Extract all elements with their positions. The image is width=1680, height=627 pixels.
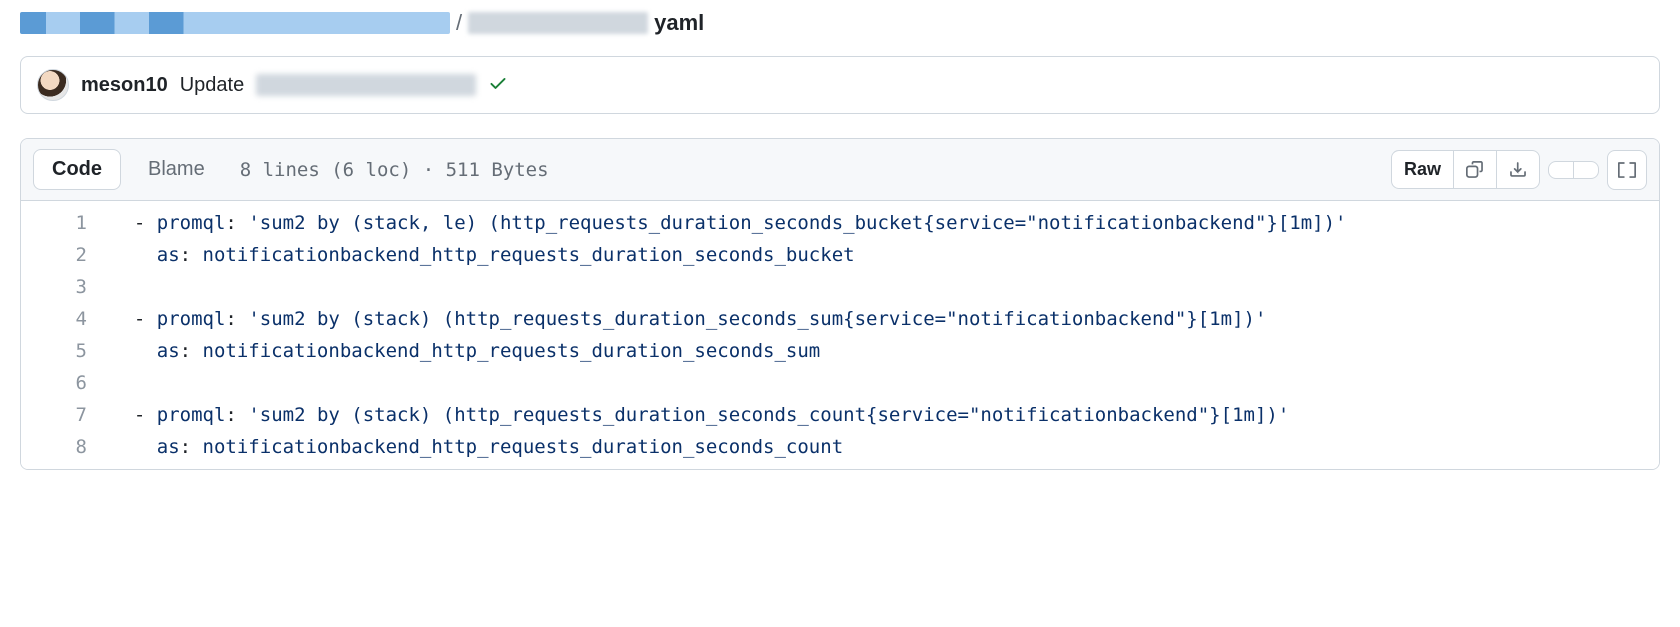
line-number[interactable]: 7 bbox=[21, 399, 87, 431]
raw-button-group: Raw bbox=[1391, 150, 1540, 189]
code-line: as: notificationbackend_http_requests_du… bbox=[111, 431, 1643, 463]
commit-author[interactable]: meson10 bbox=[81, 74, 168, 97]
code-line: - promql: 'sum2 by (stack, le) (http_req… bbox=[111, 207, 1643, 239]
commit-message-redacted[interactable] bbox=[256, 74, 476, 96]
edit-button-group bbox=[1548, 161, 1599, 179]
file-meta: 8 lines (6 loc) · 511 Bytes bbox=[240, 159, 549, 181]
code-line bbox=[111, 367, 1643, 399]
line-number[interactable]: 2 bbox=[21, 239, 87, 271]
caret-down-icon[interactable] bbox=[1574, 162, 1598, 178]
line-number[interactable]: 3 bbox=[21, 271, 87, 303]
breadcrumb-filename-redacted bbox=[468, 12, 648, 34]
line-number[interactable]: 8 bbox=[21, 431, 87, 463]
copy-icon[interactable] bbox=[1454, 151, 1497, 188]
commit-message-prefix[interactable]: Update bbox=[180, 74, 245, 97]
line-number-gutter: 12345678 bbox=[21, 207, 111, 463]
avatar[interactable] bbox=[37, 69, 69, 101]
code-line: - promql: 'sum2 by (stack) (http_request… bbox=[111, 399, 1643, 431]
symbols-icon[interactable] bbox=[1607, 150, 1647, 190]
code-line: - promql: 'sum2 by (stack) (http_request… bbox=[111, 303, 1643, 335]
breadcrumb: / yaml bbox=[20, 10, 1660, 36]
code-line: as: notificationbackend_http_requests_du… bbox=[111, 335, 1643, 367]
breadcrumb-path-redacted[interactable] bbox=[20, 12, 450, 34]
code-content[interactable]: - promql: 'sum2 by (stack, le) (http_req… bbox=[111, 207, 1659, 463]
tab-code[interactable]: Code bbox=[33, 149, 121, 190]
file-actions: Raw bbox=[1391, 150, 1647, 190]
tab-blame[interactable]: Blame bbox=[129, 149, 224, 190]
download-icon[interactable] bbox=[1497, 151, 1539, 188]
code-area: 12345678 - promql: 'sum2 by (stack, le) … bbox=[21, 201, 1659, 469]
file-header: Code Blame 8 lines (6 loc) · 511 Bytes R… bbox=[21, 139, 1659, 201]
file-viewer: Code Blame 8 lines (6 loc) · 511 Bytes R… bbox=[20, 138, 1660, 470]
code-line: as: notificationbackend_http_requests_du… bbox=[111, 239, 1643, 271]
view-tabs: Code Blame bbox=[33, 149, 224, 190]
line-number[interactable]: 6 bbox=[21, 367, 87, 399]
code-line bbox=[111, 271, 1643, 303]
line-number[interactable]: 1 bbox=[21, 207, 87, 239]
latest-commit-box: meson10 Update bbox=[20, 56, 1660, 114]
raw-button[interactable]: Raw bbox=[1392, 151, 1454, 188]
breadcrumb-file-ext: yaml bbox=[654, 10, 704, 36]
line-number[interactable]: 5 bbox=[21, 335, 87, 367]
pencil-icon[interactable] bbox=[1549, 162, 1574, 178]
breadcrumb-separator: / bbox=[454, 10, 464, 36]
line-number[interactable]: 4 bbox=[21, 303, 87, 335]
status-check-icon[interactable] bbox=[488, 73, 508, 98]
